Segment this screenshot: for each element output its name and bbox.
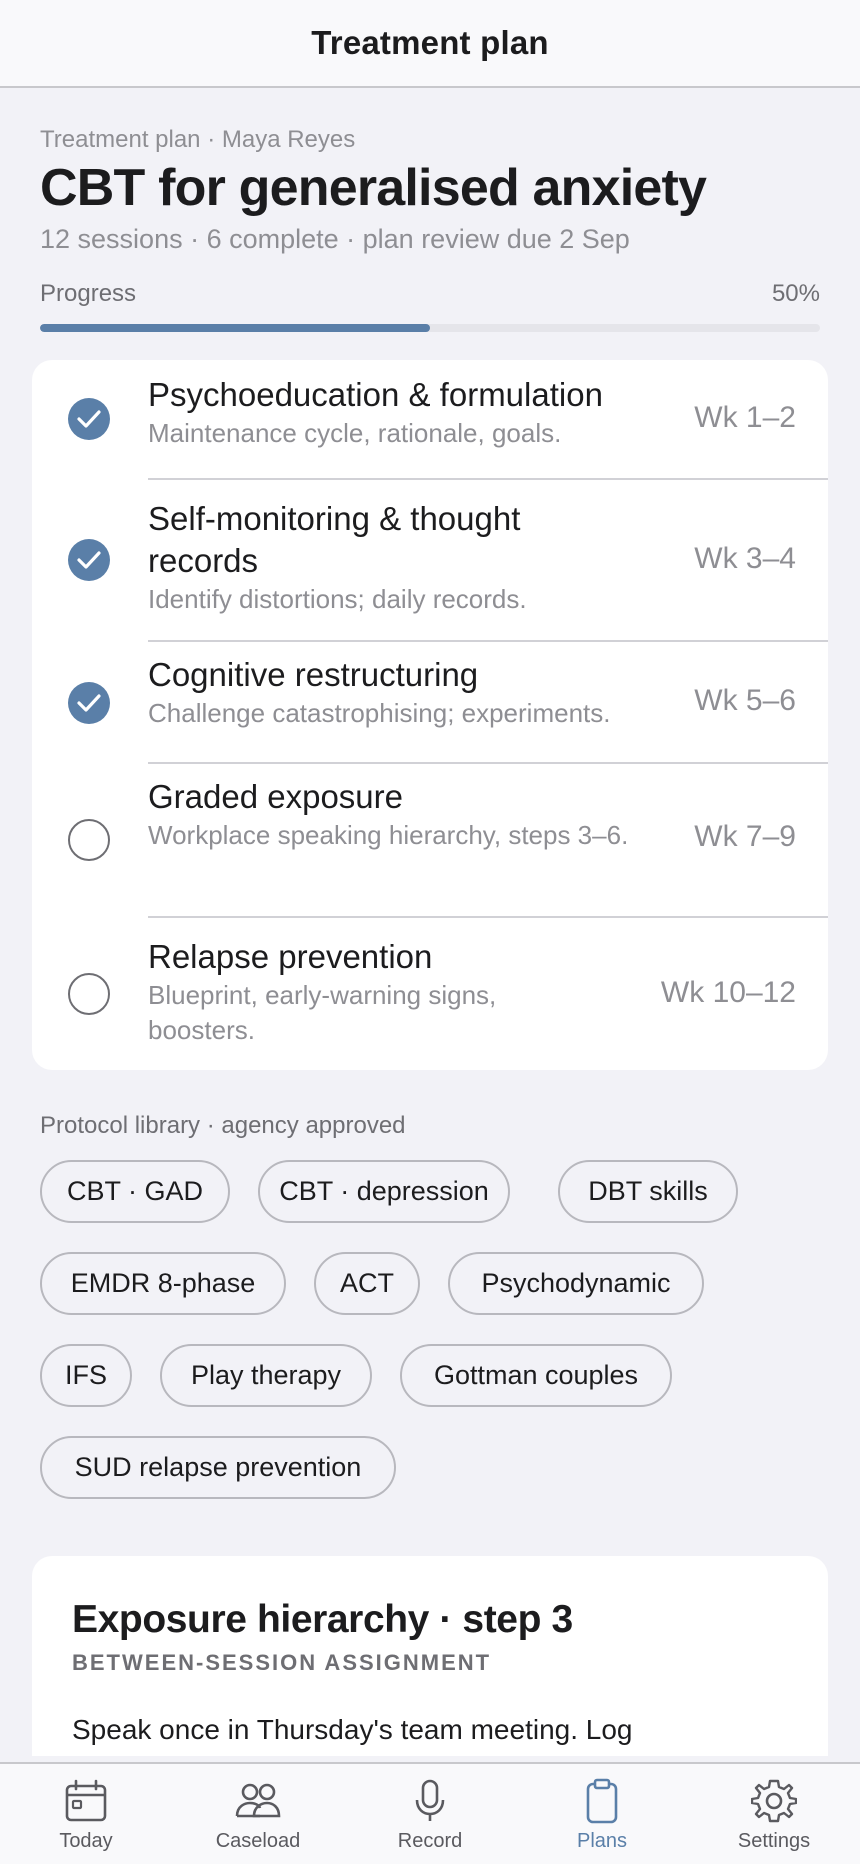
progress-label: Progress	[40, 280, 137, 307]
phase-name: Graded exposure	[148, 778, 403, 815]
checkmark-icon[interactable]	[68, 539, 110, 581]
checkmark-icon[interactable]	[68, 682, 110, 724]
plan-eyebrow: Treatment plan · Maya Reyes	[40, 126, 356, 153]
protocol-chip[interactable]: EMDR 8-phase	[40, 1252, 286, 1315]
protocol-chip[interactable]: IFS	[40, 1344, 132, 1407]
tab-settings[interactable]: Settings	[714, 1778, 834, 1853]
tab-today[interactable]: Today	[26, 1778, 146, 1853]
phase-description: Identify distortions; daily records.	[148, 584, 527, 614]
phase-name: Cognitive restructuring	[148, 656, 479, 693]
phase-list: Psychoeducation & formulation Maintenanc…	[32, 360, 828, 1070]
tab-label: Settings	[737, 1830, 811, 1852]
assignment-card[interactable]: Exposure hierarchy · step 3 BETWEEN-SESS…	[32, 1556, 828, 1756]
tab-label: Today	[59, 1830, 113, 1852]
phase-row[interactable]: Psychoeducation & formulation Maintenanc…	[32, 360, 828, 480]
screen-title: Treatment plan	[311, 24, 549, 61]
phase-name: Psychoeducation & formulation	[148, 376, 603, 413]
protocol-chip[interactable]: Gottman couples	[400, 1344, 672, 1407]
assignment-body: Speak once in Thursday's team meeting. L…	[72, 1714, 633, 1745]
phase-weeks: Wk 1–2	[694, 401, 796, 434]
phase-name: Relapse prevention	[148, 938, 433, 975]
progress-bar	[40, 324, 820, 332]
protocol-library-label: Protocol library · agency approved	[40, 1112, 406, 1139]
phase-weeks: Wk 5–6	[694, 684, 796, 717]
progress-value: 50%	[771, 280, 820, 307]
phase-weeks: Wk 7–9	[694, 820, 796, 853]
phase-row[interactable]: Relapse prevention Blueprint, early-warn…	[32, 918, 828, 1070]
protocol-chip[interactable]: CBT · depression	[258, 1160, 510, 1223]
progress-section: Progress 50%	[40, 280, 820, 332]
people-icon	[235, 1783, 281, 1818]
tab-label: Record	[397, 1830, 463, 1852]
empty-circle-icon[interactable]	[68, 819, 110, 861]
plan-meta: 12 sessions · 6 complete · plan review d…	[40, 224, 630, 254]
microphone-icon	[415, 1779, 445, 1821]
phase-description: Maintenance cycle, rationale, goals.	[148, 418, 562, 448]
assignment-subtitle: BETWEEN-SESSION ASSIGNMENT	[72, 1650, 492, 1675]
tab-record[interactable]: Record	[370, 1778, 490, 1853]
plan-title: CBT for generalised anxiety	[40, 159, 707, 217]
protocol-chip[interactable]: CBT · GAD	[40, 1160, 230, 1223]
top-bar: Treatment plan	[0, 0, 860, 88]
tab-plans[interactable]: Plans	[542, 1778, 662, 1853]
plan-header: Treatment plan · Maya Reyes CBT for gene…	[40, 126, 820, 255]
protocol-chip[interactable]: DBT skills	[558, 1160, 738, 1223]
phase-row[interactable]: Cognitive restructuring Challenge catast…	[32, 642, 828, 764]
checkmark-icon[interactable]	[68, 398, 110, 440]
gear-icon	[751, 1779, 797, 1823]
protocol-chip[interactable]: Psychodynamic	[448, 1252, 704, 1315]
tab-bar: Today Caseload Record Plans Settings	[0, 1762, 860, 1864]
progress-bar-fill	[40, 324, 430, 332]
phase-description: Blueprint, early-warning signs, boosters…	[148, 980, 497, 1045]
phase-weeks: Wk 3–4	[694, 542, 796, 575]
tab-caseload[interactable]: Caseload	[198, 1778, 318, 1853]
phase-name: Self-monitoring & thought records	[148, 500, 521, 579]
empty-circle-icon[interactable]	[68, 973, 110, 1015]
phase-row[interactable]: Self-monitoring & thought records Identi…	[32, 480, 828, 642]
tab-label: Plans	[576, 1830, 628, 1852]
protocol-chip[interactable]: SUD relapse prevention	[40, 1436, 396, 1499]
assignment-title: Exposure hierarchy · step 3	[72, 1598, 573, 1641]
calendar-icon	[65, 1779, 107, 1822]
phase-weeks: Wk 10–12	[660, 976, 796, 1009]
tab-label: Caseload	[215, 1830, 301, 1852]
protocol-chip[interactable]: Play therapy	[160, 1344, 372, 1407]
phase-row[interactable]: Graded exposure Workplace speaking hiera…	[32, 764, 828, 918]
clipboard-icon	[586, 1778, 618, 1824]
phase-description: Challenge catastrophising; experiments.	[148, 698, 611, 728]
phase-description: Workplace speaking hierarchy, steps 3–6.	[148, 820, 629, 850]
protocol-chip[interactable]: ACT	[314, 1252, 420, 1315]
